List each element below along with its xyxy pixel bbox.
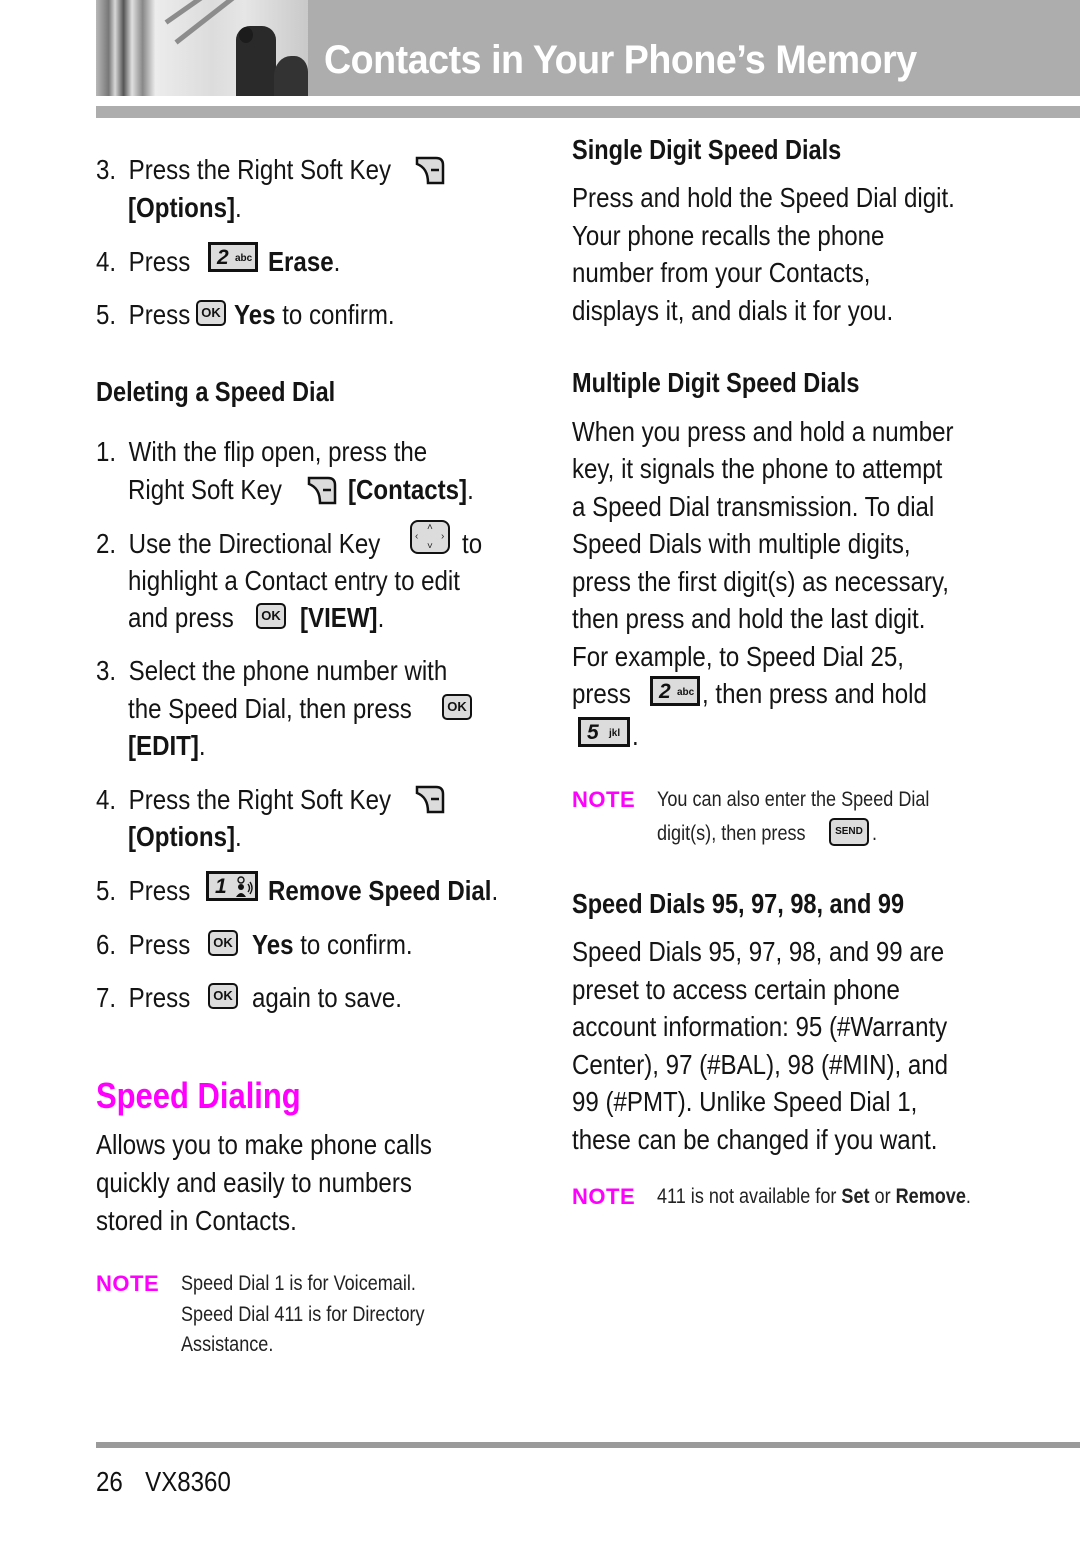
note-text: 411 is not available for Set or Remove.: [657, 1185, 971, 1208]
section-heading-deleting: Deleting a Speed Dial: [96, 376, 336, 407]
options-label: [Options]: [128, 821, 236, 852]
step-item: 6. Press: [96, 929, 191, 960]
view-label: [VIEW]: [300, 602, 378, 633]
footer-divider: [96, 1442, 1080, 1448]
erase-label: Erase: [268, 246, 334, 277]
paragraph-line: When you press and hold a number: [572, 416, 954, 447]
paragraph-line: preset to access certain phone: [572, 974, 900, 1005]
step-item: 2. Use the Directional Key: [96, 528, 381, 559]
paragraph-line: account information: 95 (#Warranty: [572, 1011, 948, 1042]
ok-key-icon: OK: [256, 603, 286, 629]
options-label: [Options]: [128, 192, 236, 223]
note-text: digit(s), then press: [657, 822, 806, 845]
step-item: 5. Press: [96, 875, 191, 906]
page-header: Contacts in Your Phone’s Memory: [96, 0, 1080, 96]
header-photo: [96, 0, 308, 96]
paragraph-line: a Speed Dial transmission. To dial: [572, 491, 935, 522]
contacts-label: [Contacts]: [348, 474, 468, 505]
key-2-abc-icon: 2 abc: [208, 242, 258, 272]
model-name: VX8360: [145, 1466, 231, 1497]
paragraph-line: Press and hold the Speed Dial digit.: [572, 182, 955, 213]
section-heading-multiple-digit: Multiple Digit Speed Dials: [572, 367, 860, 398]
paragraph-line: For example, to Speed Dial 25,: [572, 641, 904, 672]
note-text: Speed Dial 411 is for Directory: [181, 1303, 425, 1326]
section-heading-speed-dials-95-99: Speed Dials 95, 97, 98, and 99: [572, 888, 905, 919]
note-label: NOTE: [572, 1184, 636, 1209]
edit-label: [EDIT]: [128, 730, 199, 761]
key-2-abc-icon: 2 abc: [650, 676, 700, 706]
step-item: 5. Press: [96, 299, 191, 330]
paragraph-line: key, it signals the phone to attempt: [572, 453, 943, 484]
paragraph-line: Speed Dials with multiple digits,: [572, 528, 911, 559]
remove-speed-dial-label: Remove Speed Dial: [268, 875, 492, 906]
ok-key-icon: OK: [208, 930, 238, 956]
section-heading-speed-dialing: Speed Dialing: [96, 1075, 301, 1116]
ok-key-icon: OK: [442, 694, 472, 720]
paragraph-line: quickly and easily to numbers: [96, 1167, 412, 1198]
step-item: 7. Press: [96, 982, 191, 1013]
paragraph-line: displays it, and dials it for you.: [572, 295, 894, 326]
yes-label: Yes: [252, 929, 294, 960]
yes-label: Yes: [234, 299, 276, 330]
paragraph-line: Allows you to make phone calls: [96, 1129, 432, 1160]
paragraph-line: then press and hold the last digit.: [572, 603, 926, 634]
page-title: Contacts in Your Phone’s Memory: [324, 38, 917, 82]
paragraph-line: 99 (#PMT). Unlike Speed Dial 1,: [572, 1086, 918, 1117]
ok-key-icon: OK: [196, 300, 226, 326]
step-item: 3. Press the Right Soft Key: [96, 154, 392, 185]
note-text: Speed Dial 1 is for Voicemail.: [181, 1272, 416, 1295]
paragraph-line: Center), 97 (#BAL), 98 (#MIN), and: [572, 1049, 949, 1080]
right-soft-key-icon: [415, 785, 445, 814]
right-soft-key-icon: [307, 476, 337, 505]
step-item: 3. Select the phone number with: [96, 655, 448, 686]
page-footer: 26 VX8360: [96, 1468, 231, 1496]
step-item: 1. With the flip open, press the: [96, 436, 428, 467]
paragraph-line: number from your Contacts,: [572, 257, 871, 288]
page-number: 26: [96, 1466, 123, 1497]
section-heading-single-digit: Single Digit Speed Dials: [572, 134, 842, 165]
step-item: 4. Press the Right Soft Key: [96, 784, 392, 815]
header-divider: [96, 106, 1080, 118]
ok-key-icon: OK: [208, 983, 238, 1009]
note-text: You can also enter the Speed Dial: [657, 788, 930, 811]
paragraph-line: stored in Contacts.: [96, 1205, 297, 1236]
directional-key-icon: ˄ ˅ ‹ ›: [410, 520, 450, 554]
note-label: NOTE: [572, 787, 636, 812]
key-5-jkl-icon: 5 jkl: [578, 717, 630, 747]
note-text: Assistance.: [181, 1333, 274, 1356]
key-1-voicemail-icon: 1: [206, 871, 258, 901]
paragraph-line: press the first digit(s) as necessary,: [572, 566, 949, 597]
step-item: 4. Press: [96, 246, 191, 277]
paragraph-line: Your phone recalls the phone: [572, 220, 885, 251]
paragraph-line: Speed Dials 95, 97, 98, and 99 are: [572, 936, 945, 967]
paragraph-line: these can be changed if you want.: [572, 1124, 938, 1155]
right-soft-key-icon: [415, 156, 445, 185]
send-key-icon: SEND: [829, 818, 869, 846]
note-label: NOTE: [96, 1271, 160, 1296]
